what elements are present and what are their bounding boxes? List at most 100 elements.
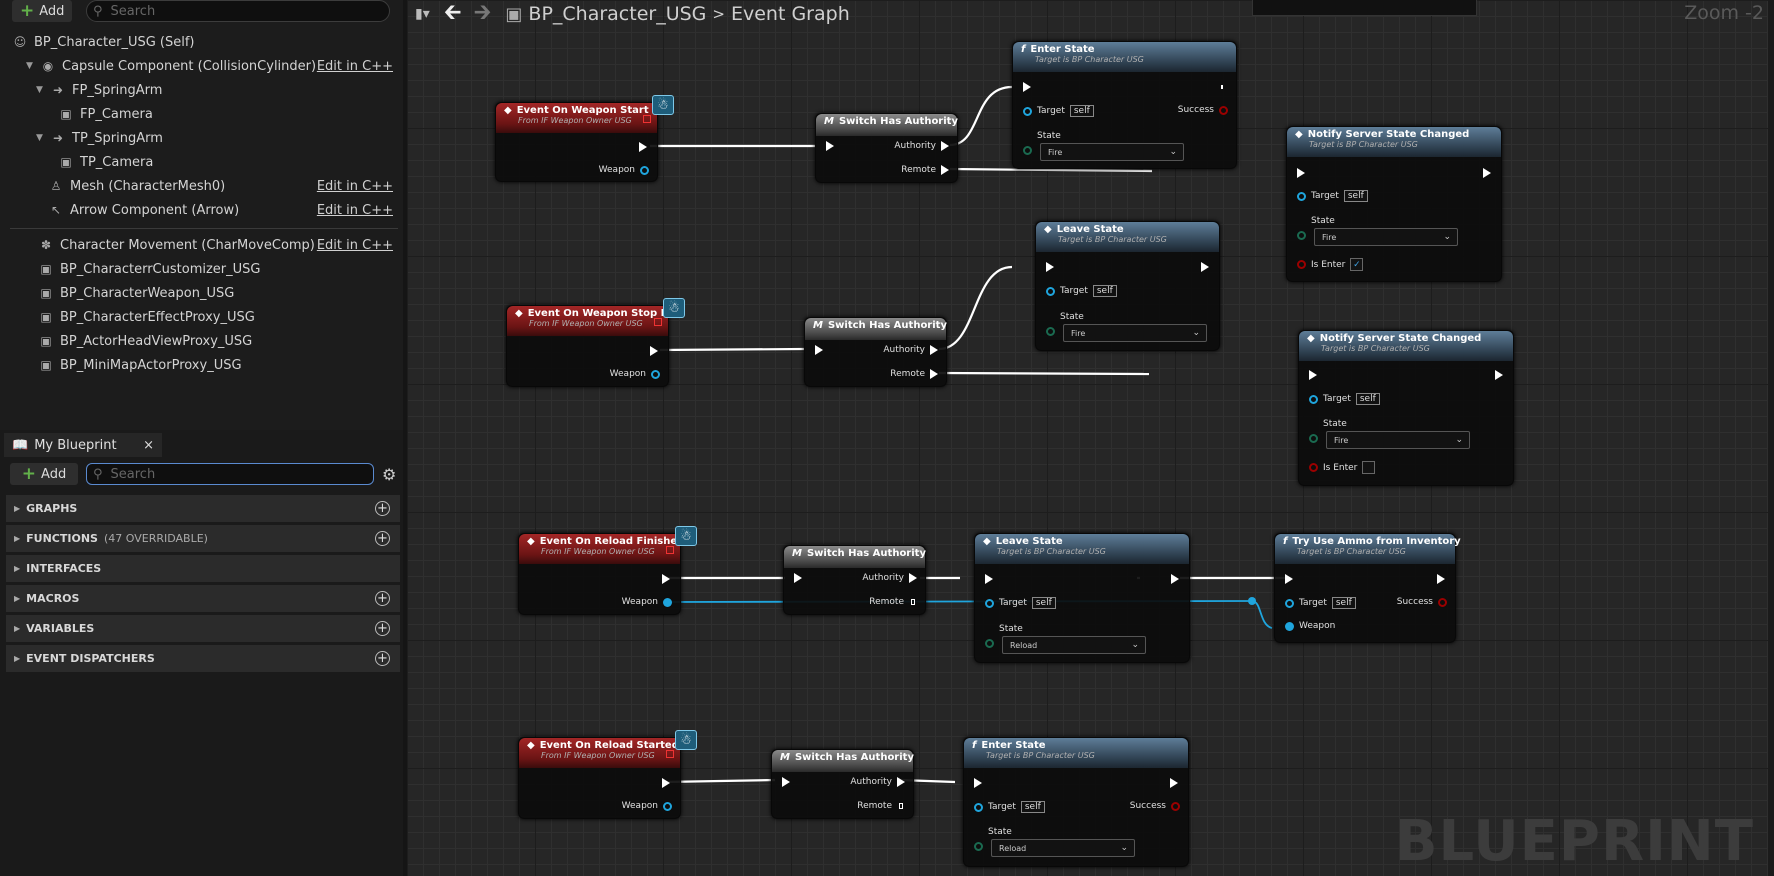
- target-value[interactable]: self: [1069, 105, 1094, 117]
- edit-cpp-link[interactable]: Edit in C++: [317, 59, 393, 74]
- tree-item-fp-camera[interactable]: ▣ FP_Camera: [0, 103, 403, 125]
- exec-output-pin[interactable]: [1437, 574, 1445, 584]
- back-arrow-icon[interactable]: 🡰: [444, 0, 462, 33]
- close-icon[interactable]: ×: [143, 438, 154, 453]
- section-graphs[interactable]: ▶ GRAPHS +: [6, 495, 400, 522]
- tree-item-tp-camera[interactable]: ▣ TP_Camera: [0, 151, 403, 173]
- section-macros[interactable]: ▶ MACROS +: [6, 585, 400, 612]
- authority-pin[interactable]: Authority: [883, 345, 938, 355]
- tree-item-tp-springarm[interactable]: ▼ ➜ TP_SpringArm: [0, 127, 403, 149]
- exec-output-pin[interactable]: [1495, 370, 1503, 380]
- target-pin[interactable]: Target self: [985, 597, 1056, 609]
- is-enter-checkbox-unchecked[interactable]: [1362, 461, 1376, 474]
- edit-cpp-link[interactable]: Edit in C++: [317, 238, 393, 253]
- state-dropdown[interactable]: Fire ⌄: [1314, 228, 1458, 246]
- section-interfaces[interactable]: ▶ INTERFACES: [6, 555, 400, 582]
- exec-input-pin[interactable]: [815, 345, 823, 355]
- breadcrumb-event-graph[interactable]: Event Graph: [731, 3, 850, 25]
- authority-pin[interactable]: Authority: [850, 777, 905, 787]
- remote-pin[interactable]: Remote: [890, 369, 938, 379]
- exec-output-pin[interactable]: [1171, 574, 1179, 584]
- exec-output-pin[interactable]: [1483, 168, 1491, 178]
- exec-input-pin[interactable]: [1023, 82, 1031, 92]
- target-value[interactable]: self: [1355, 393, 1380, 405]
- target-value[interactable]: self: [1331, 597, 1356, 609]
- tree-item-minimap-proxy[interactable]: ▣ BP_MiniMapActorProxy_USG: [0, 354, 403, 376]
- is-enter-pin[interactable]: Is Enter: [1309, 461, 1376, 474]
- weapon-output-pin[interactable]: Weapon: [622, 801, 672, 811]
- target-value[interactable]: self: [1343, 190, 1368, 202]
- switch-authority-node[interactable]: M Switch Has Authority Authority Remote: [804, 317, 947, 387]
- weapon-output-pin[interactable]: Weapon: [610, 369, 660, 379]
- event-node-stop-fire[interactable]: ◆ Event On Weapon Stop Fire From IF Weapon…: [506, 298, 685, 387]
- my-blueprint-search-input[interactable]: ⚲ Search: [86, 463, 374, 485]
- tree-item-effect-proxy[interactable]: ▣ BP_CharacterEffectProxy_USG: [0, 306, 403, 328]
- tree-item-headview-proxy[interactable]: ▣ BP_ActorHeadViewProxy_USG: [0, 330, 403, 352]
- exec-input-pin[interactable]: [826, 141, 834, 151]
- forward-arrow-icon[interactable]: 🡲: [474, 0, 492, 33]
- section-functions[interactable]: ▶ FUNCTIONS (47 OVERRIDABLE) +: [6, 525, 400, 552]
- target-pin[interactable]: Target self: [974, 801, 1045, 813]
- state-pin[interactable]: [1046, 327, 1055, 336]
- exec-input-pin[interactable]: [1297, 168, 1305, 178]
- exec-output-pin[interactable]: [639, 142, 647, 152]
- state-pin[interactable]: [1297, 231, 1306, 240]
- section-event-dispatchers[interactable]: ▶ EVENT DISPATCHERS +: [6, 645, 400, 672]
- tab-my-blueprint[interactable]: 📖 My Blueprint ×: [4, 433, 162, 457]
- exec-input-pin[interactable]: [782, 777, 790, 787]
- success-pin[interactable]: Success: [1178, 105, 1228, 115]
- edit-cpp-link[interactable]: Edit in C++: [317, 179, 393, 194]
- exec-output-pin[interactable]: [1218, 82, 1226, 92]
- event-node-start-fire[interactable]: ◆ Event On Weapon Start Fire From IF Weapo…: [495, 95, 674, 182]
- weapon-output-pin[interactable]: Weapon: [599, 165, 649, 175]
- state-dropdown[interactable]: Reload ⌄: [991, 839, 1135, 857]
- add-member-button[interactable]: + Add: [10, 463, 78, 485]
- enter-state-node-2[interactable]: f Enter State Target is BP Character USG T…: [963, 737, 1189, 867]
- tree-item-char-movement[interactable]: ✽ Character Movement (CharMoveComp) Edit i…: [0, 234, 403, 256]
- exec-output-pin[interactable]: [1201, 262, 1209, 272]
- target-value[interactable]: self: [1020, 801, 1045, 813]
- remote-pin[interactable]: Remote: [901, 165, 949, 175]
- gear-icon[interactable]: ⚙: [382, 465, 396, 484]
- tree-item-weapon[interactable]: ▣ BP_CharacterWeapon_USG: [0, 282, 403, 304]
- target-pin[interactable]: Target self: [1023, 105, 1094, 117]
- bookmark-icon[interactable]: ▮▾: [415, 6, 430, 22]
- section-variables[interactable]: ▶ VARIABLES +: [6, 615, 400, 642]
- authority-pin[interactable]: Authority: [894, 141, 949, 151]
- tree-item-arrow[interactable]: ↖ Arrow Component (Arrow) Edit in C++: [0, 199, 403, 221]
- event-node-reload-finished[interactable]: ◆ Event On Reload Finished From IF Weapon …: [518, 526, 697, 615]
- breadcrumb-blueprint[interactable]: BP_Character_USG: [528, 3, 706, 25]
- exec-input-pin[interactable]: [974, 778, 982, 788]
- event-graph-canvas[interactable]: ▮▾ 🡰 🡲 ▣ BP_Character_USG > Event Graph …: [407, 0, 1774, 876]
- state-pin[interactable]: [985, 639, 994, 648]
- is-enter-checkbox-checked[interactable]: ✓: [1350, 258, 1364, 271]
- add-variable-icon[interactable]: +: [375, 621, 390, 636]
- exec-output-pin[interactable]: [650, 346, 658, 356]
- edit-cpp-link[interactable]: Edit in C++: [317, 203, 393, 218]
- success-pin[interactable]: Success: [1130, 801, 1180, 811]
- tree-item-fp-springarm[interactable]: ▼ ➜ FP_SpringArm: [0, 79, 403, 101]
- target-pin[interactable]: Target self: [1285, 597, 1356, 609]
- authority-pin[interactable]: Authority: [862, 573, 917, 583]
- switch-authority-node[interactable]: M Switch Has Authority Authority Remote: [815, 113, 958, 183]
- exec-output-pin[interactable]: [662, 778, 670, 788]
- state-pin[interactable]: [1309, 434, 1318, 443]
- tree-item-customizer[interactable]: ▣ BP_CharacterrCustomizer_USG: [0, 258, 403, 280]
- state-pin[interactable]: [1023, 146, 1032, 155]
- exec-output-pin[interactable]: [1170, 778, 1178, 788]
- event-node-reload-started[interactable]: ◆ Event On Reload Started From IF Weapon O…: [518, 730, 697, 819]
- remote-pin[interactable]: Remote: [857, 801, 905, 811]
- target-value[interactable]: self: [1092, 285, 1117, 297]
- notify-state-node-1[interactable]: ◆ Notify Server State Changed Target is BP…: [1286, 126, 1502, 282]
- weapon-input-pin[interactable]: Weapon: [1285, 621, 1335, 631]
- exec-input-pin[interactable]: [1046, 262, 1054, 272]
- add-dispatcher-icon[interactable]: +: [375, 651, 390, 666]
- target-pin[interactable]: Target self: [1297, 190, 1368, 202]
- exec-input-pin[interactable]: [985, 574, 993, 584]
- components-search-input[interactable]: ⚲ Search: [86, 0, 390, 22]
- tree-item-capsule[interactable]: ▼ ◉ Capsule Component (CollisionCylinder) E…: [0, 55, 403, 77]
- enter-state-node-1[interactable]: f Enter State Target is BP Character USG T…: [1012, 41, 1237, 169]
- delegate-pin[interactable]: [666, 546, 674, 554]
- remote-pin[interactable]: Remote: [869, 597, 917, 607]
- delegate-pin[interactable]: [666, 750, 674, 758]
